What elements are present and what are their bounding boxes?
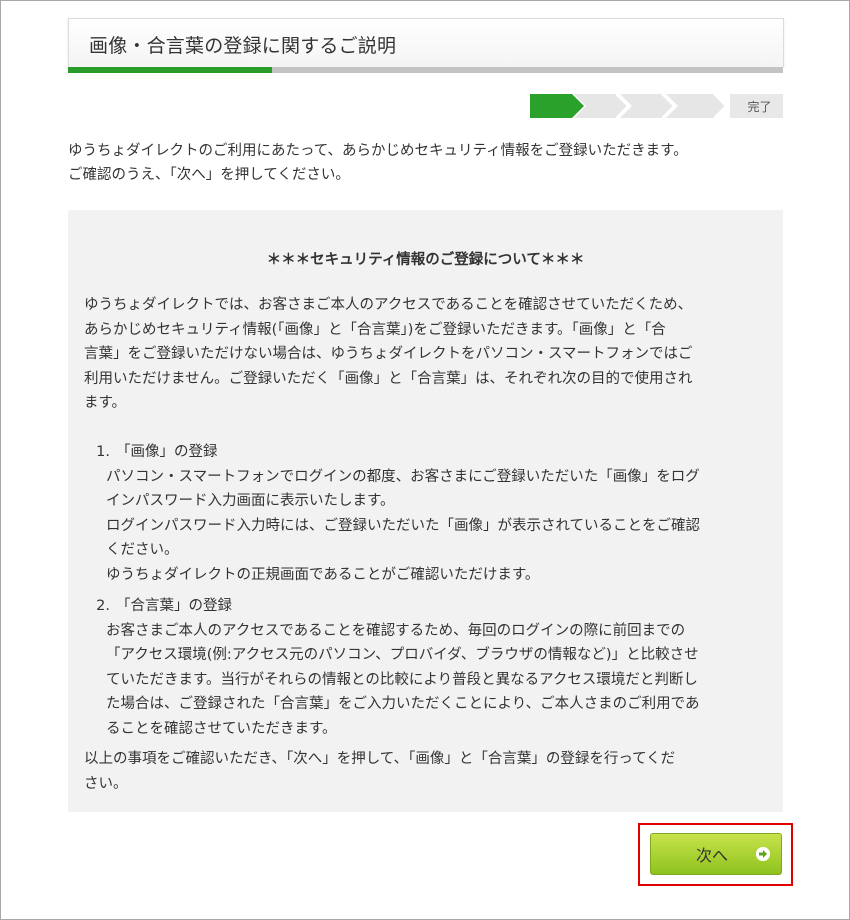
security-info-panel: ＊＊＊セキュリティ情報のご登録について＊＊＊ ゆうちょダイレクトでは、お客さまご… (68, 210, 783, 812)
intro-text: ゆうちょダイレクトのご利用にあたって、あらかじめセキュリティ情報をご登録いただき… (68, 139, 783, 187)
next-button[interactable]: 次へ (650, 833, 782, 875)
next-button-highlight: 次へ (638, 823, 793, 886)
paragraph-line: 言葉」をご登録いただけない場合は、ゆうちょダイレクトをパソコン・スマートフォンで… (84, 346, 693, 362)
paragraph-line: ゆうちょダイレクトでは、お客さまご本人のアクセスであることを確認させていただくた… (84, 297, 693, 313)
list-line: 「アクセス環境(例:アクセス元のパソコン、プロバイダ、ブラウザの情報など)」と比… (106, 647, 699, 663)
intro-line-1: ゆうちょダイレクトのご利用にあたって、あらかじめセキュリティ情報をご登録いただき… (68, 143, 688, 159)
list-line: ログインパスワード入力時には、ご登録いただいた「画像」が表示されていることをご確… (106, 517, 701, 534)
list-title: 「画像」の登録 (116, 444, 218, 460)
panel-heading: ＊＊＊セキュリティ情報のご登録について＊＊＊ (266, 252, 585, 268)
panel-closing: 以上の事項をご確認いただき、「次へ」を押して、「画像」と「合言葉」の登録を行って… (84, 747, 764, 796)
intro-line-2: ご確認のうえ、「次へ」を押してください。 (68, 167, 350, 183)
list-line: パソコン・スマートフォンでログインの都度、お客さまにご登録いただいた「画像」をロ… (106, 468, 700, 485)
page-header: 画像・合言葉の登録に関するご説明 (68, 18, 784, 67)
list-body: お客さまご本人のアクセスであることを確認するため、毎回のログインの際に前回までの… (106, 619, 766, 742)
arrow-right-icon (756, 847, 770, 861)
paragraph-line: 利用いただけません。ご登録いただく「画像」と「合言葉」は、それぞれ次の目的で使用… (84, 370, 693, 387)
progress-bar-fill (68, 67, 272, 73)
paragraph-line: あらかじめセキュリティ情報(「画像」と「合言葉」)をご登録いただきます。「画像」… (84, 321, 666, 338)
list-line: インパスワード入力画面に表示いたします。 (106, 493, 395, 509)
closing-line: さい。 (84, 775, 128, 792)
list-number: 1. (96, 444, 110, 460)
list-line: ください。 (106, 542, 179, 558)
step-4 (666, 94, 726, 118)
next-button-label: 次へ (695, 846, 728, 865)
list-line: ゆうちょダイレクトの正規画面であることがご確認いただけます。 (106, 566, 540, 583)
step-complete-label: 完了 (730, 94, 783, 118)
progress-bar (68, 67, 783, 73)
step-indicator: 完了 (530, 94, 783, 118)
panel-paragraph: ゆうちょダイレクトでは、お客さまご本人のアクセスであることを確認させていただくた… (84, 293, 764, 416)
list-number: 2. (96, 598, 110, 614)
paragraph-line: ます。 (84, 395, 127, 411)
list-line: ることを確認させていただきます。 (106, 720, 337, 737)
closing-line: 以上の事項をご確認いただき、「次へ」を押して、「画像」と「合言葉」の登録を行って… (84, 751, 676, 767)
list-body: パソコン・スマートフォンでログインの都度、お客さまにご登録いただいた「画像」をロ… (106, 465, 766, 588)
list-line: ていただきます。当行がそれらの情報との比較により普段と異なるアクセス環境だと判断… (106, 671, 698, 688)
list-line: た場合は、ご登録された「合言葉」をご入力いただくことにより、ご本人さまのご利用で… (106, 696, 700, 712)
list-line: お客さまご本人のアクセスであることを確認するため、毎回のログインの際に前回までの (106, 622, 686, 639)
page-title: 画像・合言葉の登録に関するご説明 (89, 35, 397, 57)
list-title: 「合言葉」の登録 (116, 598, 232, 614)
